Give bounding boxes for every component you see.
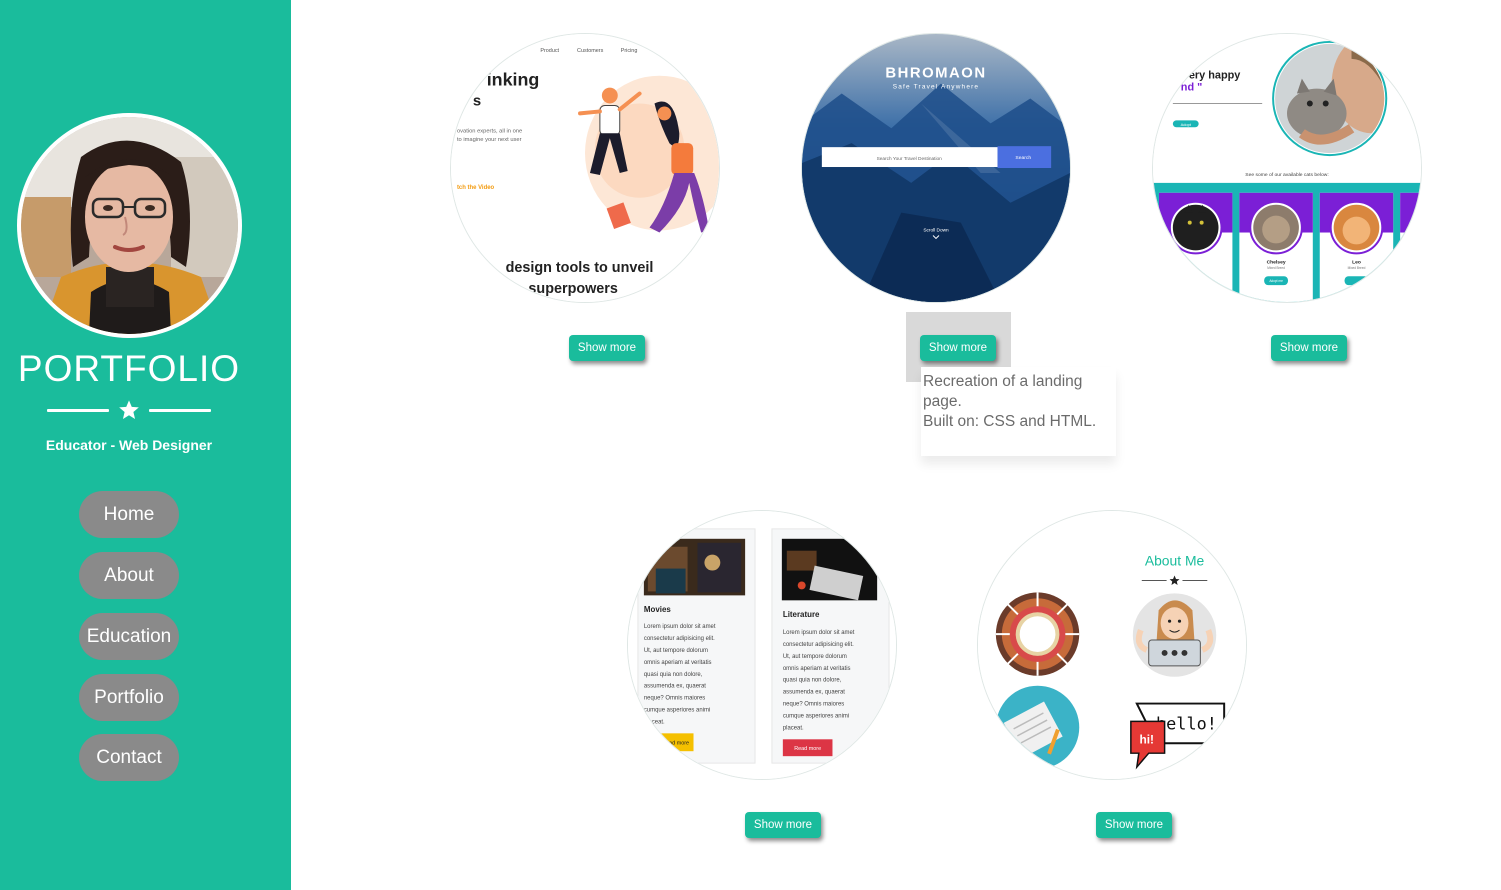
preview-brand: BHROMAON bbox=[885, 66, 986, 82]
profile-photo bbox=[21, 117, 238, 334]
star-icon bbox=[119, 400, 139, 419]
preview-heading: inking bbox=[487, 70, 540, 90]
preview-card-text: assumenda ex, quaerat bbox=[644, 684, 706, 690]
show-more-button-5[interactable]: Show more bbox=[1096, 812, 1172, 838]
preview-nav-customers: Customers bbox=[577, 48, 604, 54]
preview-card-text: quasi quia non dolore, bbox=[644, 672, 703, 678]
preview-cat-breed-1: Mixed Breed bbox=[1267, 266, 1285, 270]
preview-card-title-movies: Movies bbox=[644, 605, 671, 614]
preview-card-text: omnis aperiam at veritatis bbox=[644, 660, 712, 666]
preview-subtitle: Safe Travel Anywhere bbox=[893, 84, 979, 91]
nav-about[interactable]: About bbox=[79, 552, 179, 599]
project-thumbnail-1[interactable]: Product Customers Pricing inking s ovati… bbox=[450, 33, 720, 303]
preview-search-button: Search bbox=[1015, 155, 1031, 161]
show-more-button-2[interactable]: Show more bbox=[920, 335, 996, 361]
preview-card-text: consectetur adipisicing elit. bbox=[644, 636, 715, 642]
preview-card-text: cumque asperiores animi bbox=[644, 708, 710, 714]
project-thumbnail-4[interactable]: Movies Lorem ipsum dolor sit amet consec… bbox=[627, 510, 897, 780]
preview-card-text: Lorem ipsum dolor sit amet bbox=[644, 624, 716, 630]
preview-search-input: Search Your Travel Destination bbox=[877, 156, 943, 162]
show-more-button-4[interactable]: Show more bbox=[745, 812, 821, 838]
preview-heading: very happy bbox=[1183, 70, 1241, 82]
preview-hi-bubble: hi! bbox=[1139, 732, 1154, 746]
title-divider bbox=[47, 398, 211, 422]
divider-line-right bbox=[149, 409, 211, 412]
preview-about-title: About Me bbox=[1145, 553, 1205, 569]
preview-cat-breed-2: Mixed Breed bbox=[1348, 266, 1366, 270]
preview-card-text: neque? Omnis maiores bbox=[783, 702, 844, 708]
project-thumbnail-3[interactable]: very happy nd " Adopt See some of our av… bbox=[1152, 33, 1422, 303]
preview-scroll-down: Scroll Down bbox=[923, 228, 949, 234]
preview-heading-2: s bbox=[473, 93, 481, 109]
preview-card-button-1: Adopt me bbox=[1269, 279, 1283, 283]
preview-caption: See some of our available cats below: bbox=[1245, 172, 1328, 178]
nav-contact[interactable]: Contact bbox=[79, 734, 179, 781]
preview-body-2: to imagine your next user bbox=[457, 137, 522, 143]
divider-line-left bbox=[47, 409, 109, 412]
preview-card-text: consectetur adipisicing elit. bbox=[783, 642, 854, 648]
preview-video-link: tch the Video bbox=[457, 185, 495, 191]
tooltip-built-on: Built on: CSS and HTML. bbox=[923, 413, 1097, 430]
project-thumbnail-5[interactable]: About Me hello! hi! bbox=[977, 510, 1247, 780]
avatar bbox=[17, 113, 242, 338]
preview-footer-2: superpowers bbox=[528, 281, 617, 297]
preview-card-text: Ut, aut tempore dolorum bbox=[783, 654, 847, 660]
preview-card-button-literature: Read more bbox=[794, 746, 821, 752]
preview-card-text: placeat. bbox=[644, 719, 665, 725]
preview-card-text: Ut, aut tempore dolorum bbox=[644, 648, 708, 654]
nav-home[interactable]: Home bbox=[79, 491, 179, 538]
preview-card-title-literature: Literature bbox=[783, 610, 820, 619]
preview-card-button-movies: Read more bbox=[662, 740, 689, 746]
preview-nav-pricing: Pricing bbox=[621, 48, 638, 54]
preview-card-text: cumque asperiores animi bbox=[783, 713, 849, 719]
portfolio-title: PORTFOLIO bbox=[17, 348, 241, 389]
nav-portfolio[interactable]: Portfolio bbox=[79, 674, 179, 721]
tagline: Educator - Web Designer bbox=[45, 437, 213, 453]
preview-card-text: neque? Omnis maiores bbox=[644, 696, 705, 702]
show-more-button-1[interactable]: Show more bbox=[569, 335, 645, 361]
project-tooltip: Recreation of a landing page. Built on: … bbox=[921, 367, 1116, 456]
preview-card-text: Lorem ipsum dolor sit amet bbox=[783, 630, 855, 636]
preview-body-1: ovation experts, all in one bbox=[457, 128, 522, 134]
tooltip-description: Recreation of a landing page. bbox=[923, 373, 1083, 410]
preview-card-text: placeat. bbox=[783, 725, 804, 731]
nav-education[interactable]: Education bbox=[79, 613, 179, 660]
preview-adopt-link: Adopt bbox=[1181, 122, 1192, 127]
preview-card-text: quasi quia non dolore, bbox=[783, 678, 842, 684]
preview-card-text: omnis aperiam at veritatis bbox=[783, 666, 851, 672]
preview-footer-1: design tools to unveil bbox=[506, 260, 654, 276]
project-thumbnail-2[interactable]: BHROMAON Safe Travel Anywhere Search You… bbox=[801, 33, 1071, 303]
preview-heading-2: nd " bbox=[1181, 82, 1203, 94]
preview-cat-name-2: Leo bbox=[1352, 259, 1361, 265]
preview-cat-name-1: Chelsey bbox=[1267, 259, 1286, 265]
preview-card-text: assumenda ex, quaerat bbox=[783, 690, 845, 696]
sidebar: PORTFOLIO Educator - Web Designer Home A… bbox=[0, 0, 291, 890]
show-more-button-3[interactable]: Show more bbox=[1271, 335, 1347, 361]
preview-nav-product: Product bbox=[540, 48, 559, 54]
